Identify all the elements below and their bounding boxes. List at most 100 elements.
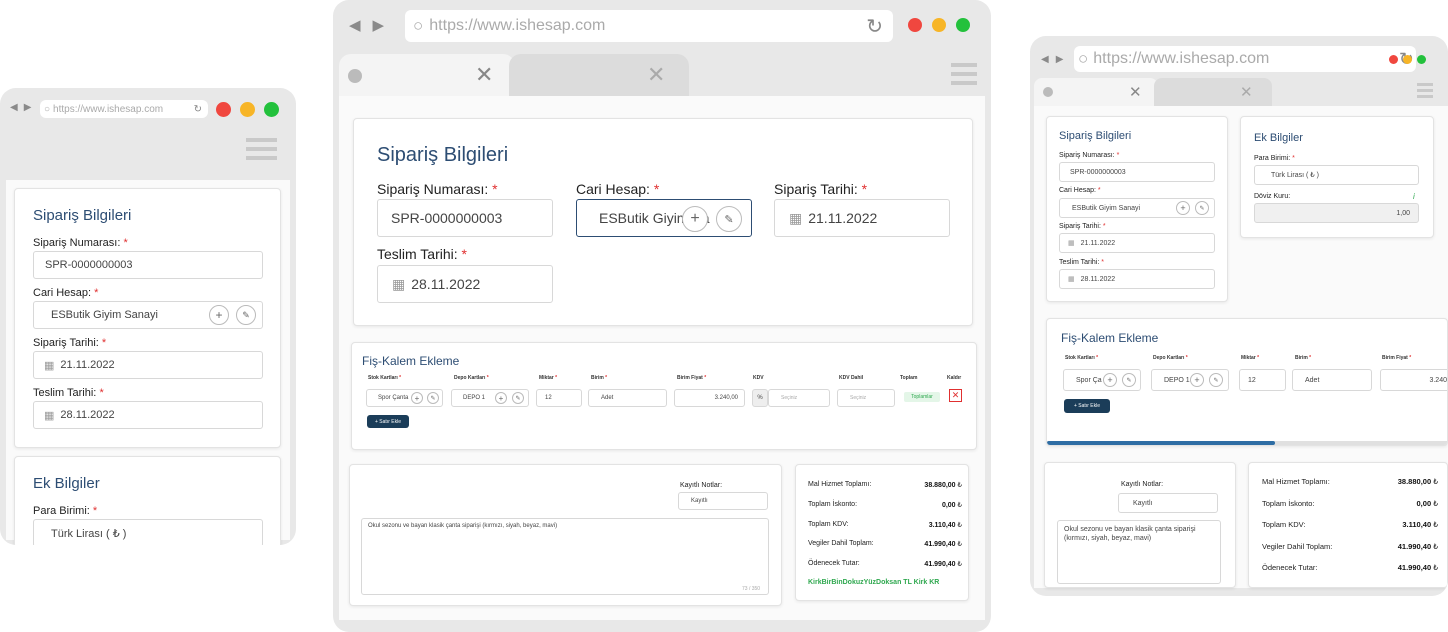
tab-active[interactable]: ✕ (339, 54, 515, 96)
currency-select[interactable]: Türk Lirası ( ₺ ) (33, 519, 263, 545)
maximize-window-icon[interactable] (264, 102, 279, 117)
section-title: Sipariş Bilgileri (1059, 130, 1132, 142)
calendar-icon: ▦ (392, 275, 406, 292)
back-icon[interactable]: ◀ (1041, 54, 1049, 65)
edit-stok-icon[interactable]: ✎ (427, 392, 439, 404)
tab-inactive[interactable]: ✕ (1154, 78, 1272, 106)
info-icon[interactable]: i (1413, 192, 1415, 201)
address-bar[interactable]: ○https://www.ishesap.com ↻ (405, 10, 893, 42)
forward-icon[interactable]: ▶ (24, 102, 32, 113)
edit-stok-icon[interactable]: ✎ (1122, 373, 1136, 387)
notes-label: Kayıtlı Notlar: (680, 482, 723, 489)
order-number-input[interactable]: SPR-0000000003 (1059, 162, 1215, 182)
section-title: Ek Bilgiler (33, 475, 100, 492)
kdv-dahil-select[interactable]: Seçiniz (837, 389, 895, 407)
cari-select[interactable]: ESButik Giyim Sanayi (1059, 198, 1215, 218)
kdv-select[interactable]: Seçiniz (768, 389, 830, 407)
fis-kalem-card: Fiş-Kalem Ekleme Stok Kartları * Depo Ka… (1046, 318, 1448, 446)
remove-row-icon[interactable]: ✕ (949, 389, 962, 402)
section-title: Sipariş Bilgileri (33, 207, 132, 224)
close-window-icon[interactable] (908, 18, 922, 32)
minimize-window-icon[interactable] (932, 18, 946, 32)
amount-in-words: KirkBirBinDokuzYüzDoksan TL Kirk KR (808, 579, 940, 586)
minimize-window-icon[interactable] (240, 102, 255, 117)
calendar-icon: ▦ (789, 209, 803, 226)
saved-notes-select[interactable]: Kayıtlı (678, 492, 768, 510)
horizontal-scrollbar[interactable] (1047, 441, 1447, 445)
close-tab-icon[interactable]: ✕ (1240, 83, 1253, 101)
delivery-date-input[interactable]: ▦ 28.11.2022 (1059, 269, 1215, 289)
exchange-rate-input[interactable]: 1,00 (1254, 203, 1419, 223)
col-header: Birim Fiyat * (677, 375, 707, 381)
maximize-window-icon[interactable] (1417, 55, 1426, 64)
close-tab-icon[interactable]: ✕ (1129, 83, 1142, 101)
tab-inactive[interactable]: ✕ (509, 54, 689, 96)
summary-row: Ödenecek Tutar: 41.990,40 ₺ (808, 560, 962, 568)
notes-textarea[interactable]: Okul sezonu ve bayan klasik çanta sipari… (361, 518, 769, 595)
address-bar[interactable]: ○https://www.ishesap.com ↻ (40, 100, 208, 118)
add-stok-icon[interactable]: + (1103, 373, 1117, 387)
summary-row: Vegiler Dahil Toplam: 41.990,40 ₺ (808, 540, 962, 548)
col-header: Toplam (900, 375, 918, 381)
maximize-window-icon[interactable] (956, 18, 970, 32)
refresh-icon[interactable]: ↻ (866, 14, 883, 39)
tab-active[interactable]: ✕ (1034, 78, 1158, 106)
add-stok-icon[interactable]: + (411, 392, 423, 404)
add-row-button[interactable]: + Satır Ekle (367, 415, 409, 428)
back-icon[interactable]: ◀ (349, 16, 361, 34)
calendar-icon: ▦ (1068, 240, 1075, 247)
forward-icon[interactable]: ▶ (373, 16, 385, 34)
birim-select[interactable]: Adet (588, 389, 667, 407)
menu-icon[interactable] (951, 63, 977, 85)
order-date-input[interactable]: ▦ 21.11.2022 (33, 351, 263, 379)
currency-select[interactable]: Türk Lirası ( ₺ ) (1254, 165, 1419, 185)
fiyat-input[interactable]: 3.240,00 (674, 389, 745, 407)
browser-window-right: ◀ ▶ ○https://www.ishesap.com ↻ ✕ ✕ Sipari… (1030, 36, 1448, 596)
siparis-card: Sipariş Bilgileri Sipariş Numarası: * SP… (353, 118, 973, 326)
close-window-icon[interactable] (216, 102, 231, 117)
summary-row: Mal Hizmet Toplamı: 38.880,00 ₺ (808, 481, 962, 489)
close-tab-icon[interactable]: ✕ (647, 62, 665, 88)
add-depo-icon[interactable]: + (1190, 373, 1204, 387)
minimize-window-icon[interactable] (1403, 55, 1412, 64)
menu-icon[interactable] (1417, 83, 1433, 98)
refresh-icon[interactable]: ↻ (194, 104, 202, 115)
edit-depo-icon[interactable]: ✎ (1209, 373, 1223, 387)
add-cari-icon[interactable]: + (682, 206, 708, 232)
edit-cari-icon[interactable]: ✎ (716, 206, 742, 232)
order-date-input[interactable]: ▦ 21.11.2022 (1059, 233, 1215, 253)
add-cari-icon[interactable]: + (1176, 201, 1190, 215)
order-number-input[interactable]: SPR-0000000003 (377, 199, 553, 237)
miktar-input[interactable]: 12 (1239, 369, 1286, 391)
search-icon: ○ (44, 103, 51, 115)
saved-notes-select[interactable]: Kayıtlı (1118, 493, 1218, 513)
calendar-icon: ▦ (1068, 276, 1075, 283)
close-tab-icon[interactable]: ✕ (475, 62, 493, 88)
back-icon[interactable]: ◀ (10, 102, 18, 113)
edit-cari-icon[interactable]: ✎ (1195, 201, 1209, 215)
menu-icon[interactable] (246, 138, 277, 160)
section-title: Fiş-Kalem Ekleme (362, 354, 460, 368)
col-header: Stok Kartları * (368, 375, 402, 381)
edit-depo-icon[interactable]: ✎ (512, 392, 524, 404)
ek-bilgiler-card: Ek Bilgiler Para Birimi: * Türk Lirası (… (1240, 116, 1434, 238)
forward-icon[interactable]: ▶ (1056, 54, 1064, 65)
add-depo-icon[interactable]: + (495, 392, 507, 404)
add-row-button[interactable]: + Satır Ekle (1064, 399, 1110, 413)
close-window-icon[interactable] (1389, 55, 1398, 64)
col-header: KDV (753, 375, 764, 381)
fiyat-input[interactable]: 3.240 (1380, 369, 1447, 391)
toplam-badge[interactable]: Toplamlar (904, 392, 940, 402)
delivery-date-input[interactable]: ▦ 28.11.2022 (377, 265, 553, 303)
add-cari-icon[interactable]: + (209, 305, 229, 325)
notes-textarea[interactable]: Okul sezonu ve bayan klasik çanta sipari… (1057, 520, 1221, 584)
delivery-date-input[interactable]: ▦ 28.11.2022 (33, 401, 263, 429)
birim-select[interactable]: Adet (1292, 369, 1372, 391)
order-number-input[interactable]: SPR-0000000003 (33, 251, 263, 279)
order-date-input[interactable]: ▦ 21.11.2022 (774, 199, 950, 237)
search-icon: ○ (413, 16, 424, 35)
miktar-input[interactable]: 12 (536, 389, 582, 407)
address-bar[interactable]: ○https://www.ishesap.com ↻ (1074, 46, 1416, 72)
edit-cari-icon[interactable]: ✎ (236, 305, 256, 325)
col-header: Miktar * (539, 375, 558, 381)
